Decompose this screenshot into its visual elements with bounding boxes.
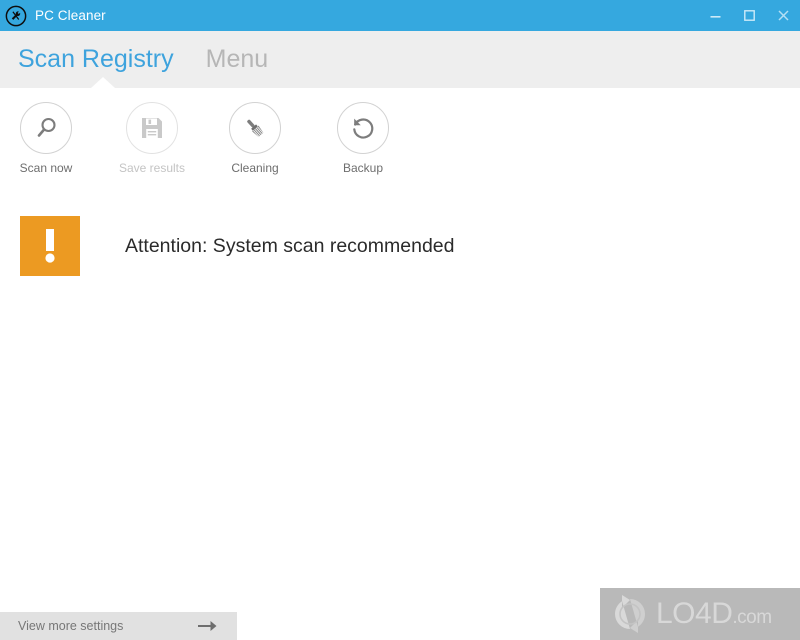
view-more-settings-button[interactable]: View more settings: [0, 612, 237, 640]
tab-list: Scan Registry Menu: [18, 43, 268, 75]
pc-cleaner-window: PC Cleaner Scan Registry Menu Scan now S…: [0, 0, 800, 640]
window-controls: [698, 0, 800, 31]
cleaning-circle: [229, 102, 281, 154]
exclamation-icon: [45, 229, 55, 263]
close-button[interactable]: [766, 0, 800, 31]
close-icon: [777, 10, 789, 21]
attention-message: Attention: System scan recommended: [125, 234, 455, 257]
tab-menu[interactable]: Menu: [206, 43, 269, 75]
watermark-text: LO4D.com: [656, 597, 772, 631]
wrench-circle-icon: [5, 5, 27, 26]
toolbar-item-cleaning[interactable]: Cleaning: [201, 102, 309, 175]
title-bar: PC Cleaner: [0, 0, 800, 31]
save-results-circle: [126, 102, 178, 154]
backup-label: Backup: [342, 161, 384, 175]
save-results-label: Save results: [118, 161, 186, 175]
toolbar-item-scan-now[interactable]: Scan now: [0, 102, 100, 175]
maximize-button[interactable]: [732, 0, 766, 31]
scan-now-circle: [20, 102, 72, 154]
floppy-disk-icon: [142, 118, 162, 138]
tab-scan-registry[interactable]: Scan Registry: [18, 43, 174, 75]
minimize-icon: [710, 16, 720, 18]
view-more-settings-label: View more settings: [18, 619, 124, 633]
minimize-button[interactable]: [698, 0, 732, 31]
backup-circle: [337, 102, 389, 154]
active-tab-pointer: [91, 77, 115, 88]
toolbar-item-backup[interactable]: Backup: [309, 102, 417, 175]
window-title: PC Cleaner: [35, 8, 106, 23]
brush-icon: [247, 119, 264, 137]
maximize-icon: [743, 10, 755, 21]
recycle-arrows-icon: [614, 595, 646, 633]
scan-now-label: Scan now: [19, 161, 73, 175]
tab-strip: Scan Registry Menu: [0, 31, 800, 88]
toolbar: Scan now Save results Cleaning Backup: [0, 88, 800, 180]
magnifier-icon: [37, 117, 56, 137]
attention-banner: Attention: System scan recommended: [20, 216, 455, 276]
watermark-suffix: .com: [732, 607, 772, 628]
status-badge: [20, 216, 80, 276]
watermark: LO4D.com: [600, 588, 800, 640]
restore-clock-icon: [353, 118, 374, 139]
arrow-right-icon: [198, 621, 217, 631]
cleaning-label: Cleaning: [231, 161, 279, 175]
toolbar-item-save-results[interactable]: Save results: [98, 102, 206, 175]
watermark-name: LO4D: [656, 597, 733, 630]
